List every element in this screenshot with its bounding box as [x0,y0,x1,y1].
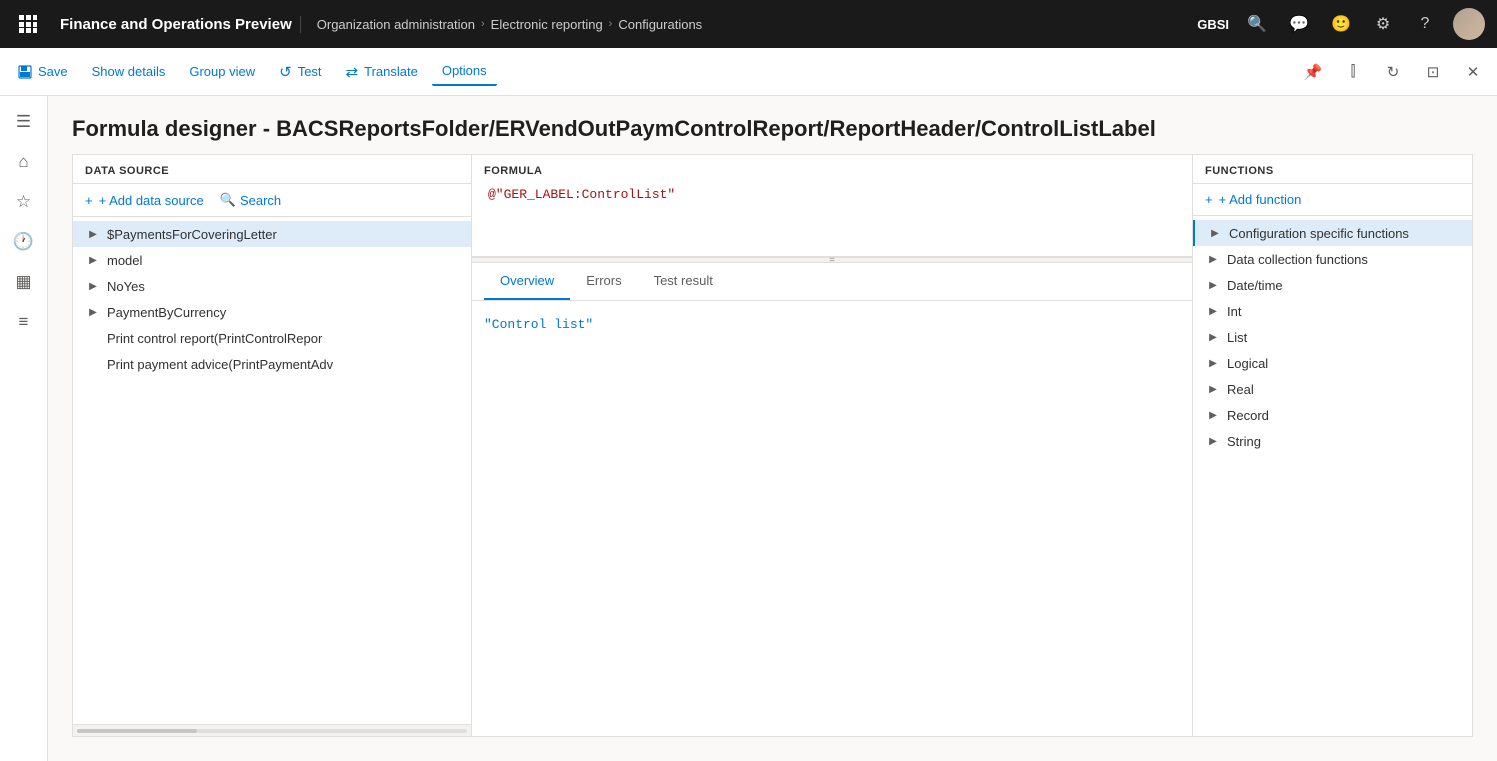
refresh-icon[interactable]: ↻ [1377,56,1409,88]
show-details-button[interactable]: Show details [82,58,176,85]
chat-icon[interactable]: 💬 [1285,10,1313,38]
datasource-panel: DATA SOURCE + + Add data source 🔍 Search… [72,154,472,737]
nav-favorites-icon[interactable]: ☆ [6,184,42,220]
chevron-record: ▶ [1205,407,1221,423]
save-button[interactable]: Save [8,58,78,85]
fn-item-int[interactable]: ▶ Int [1193,298,1472,324]
overview-tabs: Overview Errors Test result [472,263,1192,301]
expand-columns-icon[interactable]: ⫿ [1337,56,1369,88]
chevron-data-collection: ▶ [1205,251,1221,267]
formula-section: FORMULA [472,155,1192,257]
breadcrumb: Organization administration › Electronic… [317,17,1189,32]
tree-item-print-payment[interactable]: ▶ Print payment advice(PrintPaymentAdv [73,351,471,377]
tab-overview[interactable]: Overview [484,263,570,300]
center-area: FORMULA = Overview Errors Test result "C… [472,154,1193,737]
chevron-payments: ▶ [85,226,101,242]
fn-item-datetime[interactable]: ▶ Date/time [1193,272,1472,298]
fn-item-real[interactable]: ▶ Real [1193,376,1472,402]
app-title: Finance and Operations Preview [52,16,301,33]
datasource-tree: ▶ $PaymentsForCoveringLetter ▶ model ▶ N… [73,217,471,724]
avatar[interactable] [1453,8,1485,40]
tree-item-payment-by-currency[interactable]: ▶ PaymentByCurrency [73,299,471,325]
top-bar-right: GBSI 🔍 💬 🙂 ⚙ ? [1197,8,1485,40]
search-datasource-button[interactable]: 🔍 Search [220,192,281,208]
help-icon[interactable]: ? [1411,10,1439,38]
nav-modules-icon[interactable]: ≡ [6,304,42,340]
breadcrumb-item-org[interactable]: Organization administration [317,17,475,32]
nav-recent-icon[interactable]: 🕐 [6,224,42,260]
fn-item-list[interactable]: ▶ List [1193,324,1472,350]
breadcrumb-item-er[interactable]: Electronic reporting [491,17,603,32]
datasource-scroll-thumb [77,729,197,733]
functions-panel: FUNCTIONS + + Add function ▶ Configurati… [1193,154,1473,737]
left-nav: ☰ ⌂ ☆ 🕐 ▦ ≡ [0,96,48,761]
add-datasource-button[interactable]: + + Add data source [85,193,204,208]
search-icon[interactable]: 🔍 [1243,10,1271,38]
formula-label: FORMULA [484,165,1180,177]
options-button[interactable]: Options [432,57,497,86]
plus-icon: + [85,193,93,208]
chevron-model: ▶ [85,252,101,268]
breadcrumb-sep-1: › [481,18,485,30]
datasource-scroll-track [77,729,467,733]
main-content: ☰ ⌂ ☆ 🕐 ▦ ≡ Formula designer - BACSRepor… [0,96,1497,761]
chevron-int: ▶ [1205,303,1221,319]
tree-item-payments[interactable]: ▶ $PaymentsForCoveringLetter [73,221,471,247]
translate-button[interactable]: ⇄ Translate [336,57,428,87]
smiley-icon[interactable]: 🙂 [1327,10,1355,38]
fn-item-data-collection[interactable]: ▶ Data collection functions [1193,246,1472,272]
designer-area: DATA SOURCE + + Add data source 🔍 Search… [48,154,1497,761]
page-title: Formula designer - BACSReportsFolder/ERV… [48,96,1497,154]
search-ds-icon: 🔍 [220,192,236,208]
page-body: Formula designer - BACSReportsFolder/ERV… [48,96,1497,761]
fn-item-record[interactable]: ▶ Record [1193,402,1472,428]
group-view-button[interactable]: Group view [179,58,265,85]
functions-toolbar: + + Add function [1193,184,1472,216]
chevron-datetime: ▶ [1205,277,1221,293]
overview-result-value: "Control list" [484,317,593,332]
datasource-toolbar: + + Add data source 🔍 Search [73,184,471,217]
chevron-list: ▶ [1205,329,1221,345]
functions-header: FUNCTIONS [1193,155,1472,184]
tree-item-model[interactable]: ▶ model [73,247,471,273]
datasource-scrollbar[interactable] [73,724,471,736]
breadcrumb-sep-2: › [609,18,613,30]
chevron-string: ▶ [1205,433,1221,449]
nav-menu-icon[interactable]: ☰ [6,104,42,140]
plus-fn-icon: + [1205,192,1213,207]
settings-icon[interactable]: ⚙ [1369,10,1397,38]
formula-editor[interactable] [484,183,1180,243]
nav-home-icon[interactable]: ⌂ [6,144,42,180]
save-icon [18,65,32,79]
datasource-header: DATA SOURCE [73,155,471,184]
tree-item-noyes[interactable]: ▶ NoYes [73,273,471,299]
new-window-icon[interactable]: ⊡ [1417,56,1449,88]
breadcrumb-item-config[interactable]: Configurations [618,17,702,32]
test-button[interactable]: ↺ Test [269,57,331,87]
chevron-logical: ▶ [1205,355,1221,371]
org-code: GBSI [1197,17,1229,32]
fn-item-config-specific[interactable]: ▶ Configuration specific functions [1193,220,1472,246]
overview-content: "Control list" [472,301,1192,736]
translate-icon: ⇄ [346,63,359,81]
tab-errors[interactable]: Errors [570,263,637,300]
pin-icon[interactable]: 📌 [1297,56,1329,88]
top-nav-bar: Finance and Operations Preview Organizat… [0,0,1497,48]
toolbar-right-actions: 📌 ⫿ ↻ ⊡ ✕ [1297,56,1489,88]
nav-workspaces-icon[interactable]: ▦ [6,264,42,300]
tree-item-print-control[interactable]: ▶ Print control report(PrintControlRepor [73,325,471,351]
fn-item-logical[interactable]: ▶ Logical [1193,350,1472,376]
app-menu-icon[interactable] [12,8,44,40]
add-function-button[interactable]: + + Add function [1205,192,1301,207]
test-icon: ↺ [279,63,292,81]
close-icon[interactable]: ✕ [1457,56,1489,88]
chevron-noyes: ▶ [85,278,101,294]
chevron-payment-by-currency: ▶ [85,304,101,320]
functions-tree: ▶ Configuration specific functions ▶ Dat… [1193,216,1472,736]
tab-test-result[interactable]: Test result [638,263,729,300]
chevron-real: ▶ [1205,381,1221,397]
toolbar: Save Show details Group view ↺ Test ⇄ Tr… [0,48,1497,96]
fn-item-string[interactable]: ▶ String [1193,428,1472,454]
chevron-config-specific: ▶ [1207,225,1223,241]
